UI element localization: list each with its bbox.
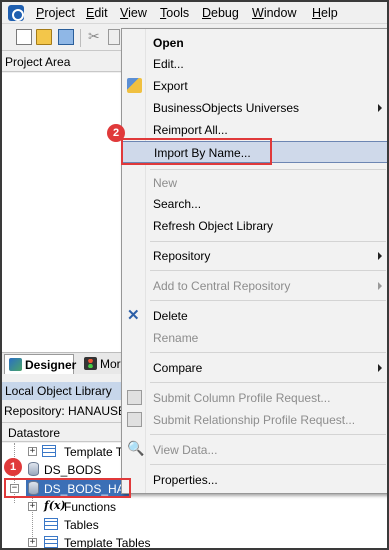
menu-item-export[interactable]: Export: [122, 75, 387, 97]
tree-node-label: DS_BODS: [44, 463, 102, 477]
menu-item-view-data[interactable]: 🔍 View Data...: [122, 439, 387, 461]
expand-icon[interactable]: +: [28, 502, 37, 511]
designer-icon: [9, 358, 22, 371]
magnifier-icon: 🔍: [127, 440, 145, 456]
highlight-box-ds-bods-hana: [4, 478, 131, 498]
column-profile-icon: [127, 390, 142, 405]
menu-separator: [150, 352, 386, 353]
template-table-icon: [42, 445, 56, 457]
menu-edit[interactable]: Edit: [86, 6, 108, 20]
menu-item-delete[interactable]: ✕ Delete: [122, 305, 387, 327]
datastore-icon: [28, 462, 39, 476]
tree-node-label: Template Ta: [64, 445, 129, 459]
menubar: Project Edit View Tools Debug Window Hel…: [2, 2, 387, 24]
tab-monitor-label: Mor: [100, 357, 121, 371]
menu-debug[interactable]: Debug: [202, 6, 239, 20]
menu-separator: [150, 241, 386, 242]
repository-label: Repository: HANAUSER: [4, 404, 135, 418]
menu-item-compare[interactable]: Compare: [122, 357, 387, 379]
menu-item-repository[interactable]: Repository: [122, 245, 387, 267]
menu-item-submit-relationship-profile[interactable]: Submit Relationship Profile Request...: [122, 409, 387, 431]
tree-node-tables[interactable]: Tables: [2, 516, 132, 534]
traffic-light-icon: [84, 357, 97, 370]
project-area-title: Project Area: [5, 55, 71, 69]
tree-node-label: Template Tables: [64, 536, 151, 550]
menu-window[interactable]: Window: [252, 6, 296, 20]
menu-separator: [150, 300, 386, 301]
export-icon: [127, 78, 142, 93]
menu-item-open[interactable]: Open: [122, 32, 387, 54]
expand-icon[interactable]: +: [28, 538, 37, 547]
menu-item-search[interactable]: Search...: [122, 193, 387, 215]
menu-separator: [150, 464, 386, 465]
submenu-arrow-icon: [378, 282, 382, 290]
menu-item-rename[interactable]: Rename: [122, 327, 387, 349]
context-menu: Open Edit... Export BusinessObjects Univ…: [121, 28, 387, 494]
tree-node-functions[interactable]: + f(x) Functions: [2, 498, 132, 516]
app-logo-icon: [8, 5, 24, 21]
app-window: Project Edit View Tools Debug Window Hel…: [0, 0, 389, 550]
menu-help[interactable]: Help: [312, 6, 338, 20]
menu-item-edit[interactable]: Edit...: [122, 53, 387, 75]
submenu-arrow-icon: [378, 104, 382, 112]
menu-item-bo-universes[interactable]: BusinessObjects Universes: [122, 97, 387, 119]
step-badge-1: 1: [4, 458, 22, 476]
new-file-icon[interactable]: [16, 29, 32, 45]
highlight-box-import-by-name: [121, 138, 272, 165]
cut-icon[interactable]: ✂: [88, 28, 104, 44]
toolbar-separator: [80, 29, 81, 47]
menu-item-add-to-central[interactable]: Add to Central Repository: [122, 275, 387, 297]
windows-icon[interactable]: [58, 29, 74, 45]
tree-node-template-tables-top[interactable]: + Template Ta: [2, 443, 132, 461]
menu-view[interactable]: View: [120, 6, 147, 20]
template-table-icon: [44, 536, 58, 548]
menu-item-new[interactable]: New: [122, 172, 387, 194]
open-folder-icon[interactable]: [36, 29, 52, 45]
tab-designer[interactable]: Designer: [4, 354, 77, 374]
menu-item-properties[interactable]: Properties...: [122, 469, 387, 491]
submenu-arrow-icon: [378, 252, 382, 260]
submenu-arrow-icon: [378, 364, 382, 372]
menu-item-refresh[interactable]: Refresh Object Library: [122, 215, 387, 237]
tree-node-label: Functions: [64, 500, 117, 514]
delete-icon: ✕: [127, 307, 140, 324]
tree-node-template-tables[interactable]: + Template Tables: [2, 534, 152, 550]
menu-separator: [150, 169, 386, 170]
menu-project[interactable]: Project: [36, 6, 75, 20]
step-badge-2: 2: [107, 124, 125, 142]
table-icon: [44, 518, 58, 530]
tree-node-label: Tables: [64, 518, 99, 532]
copy-icon[interactable]: [108, 29, 120, 45]
menu-item-submit-column-profile[interactable]: Submit Column Profile Request...: [122, 387, 387, 409]
menu-tools[interactable]: Tools: [160, 6, 189, 20]
menu-separator: [150, 434, 386, 435]
local-object-library-title: Local Object Library: [5, 384, 112, 398]
menu-separator: [150, 382, 386, 383]
relationship-profile-icon: [127, 412, 142, 427]
tab-designer-label: Designer: [25, 358, 77, 372]
menu-separator: [150, 270, 386, 271]
datastore-header-label: Datastore: [8, 426, 61, 440]
expand-icon[interactable]: +: [28, 447, 37, 456]
function-icon: f(x): [44, 499, 66, 512]
